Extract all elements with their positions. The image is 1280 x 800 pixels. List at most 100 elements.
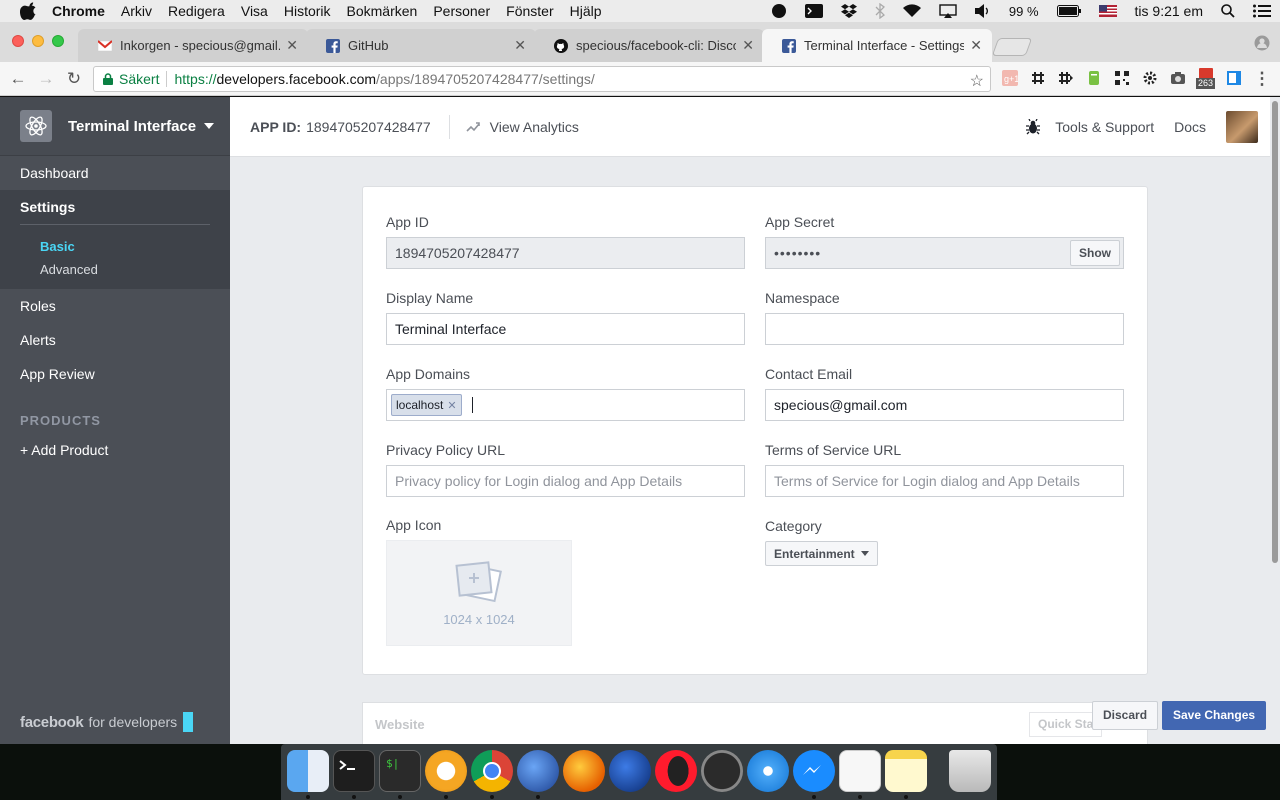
contact-email-input[interactable]: specious@gmail.com — [765, 389, 1124, 421]
menu-historik[interactable]: Historik — [284, 3, 331, 19]
display-name-input[interactable]: Terminal Interface — [386, 313, 745, 345]
menu-fonster[interactable]: Fönster — [506, 3, 553, 19]
spotlight-search-icon[interactable] — [1221, 4, 1235, 18]
privacy-policy-input[interactable]: Privacy policy for Login dialog and App … — [386, 465, 745, 497]
menu-personer[interactable]: Personer — [433, 3, 490, 19]
window-close-button[interactable] — [12, 35, 24, 47]
sidebar-item-roles[interactable]: Roles — [0, 289, 230, 323]
scrollbar-thumb[interactable] — [1272, 101, 1278, 563]
menu-redigera[interactable]: Redigera — [168, 3, 225, 19]
bluetooth-icon[interactable] — [875, 3, 885, 19]
secure-label[interactable]: Säkert — [119, 71, 159, 87]
calendar-extension-icon[interactable]: 263 — [1196, 67, 1216, 89]
sidebar-item-settings[interactable]: Settings — [0, 190, 230, 224]
app-icon-upload[interactable]: 1024 x 1024 — [386, 540, 572, 646]
close-tab-icon[interactable]: ✕ — [742, 37, 754, 54]
notes-icon[interactable] — [885, 750, 927, 792]
chrome-menu-icon[interactable]: ⋮ — [1253, 70, 1271, 88]
back-arrow-icon[interactable]: ← — [9, 70, 27, 88]
firefox-developer-icon[interactable] — [517, 750, 559, 792]
messenger-icon[interactable] — [793, 750, 835, 792]
category-dropdown[interactable]: Entertainment — [765, 541, 878, 566]
terms-of-service-input[interactable]: Terms of Service for Login dialog and Ap… — [765, 465, 1124, 497]
app-domains-field: App Domains localhost ✕ — [386, 366, 745, 421]
dropbox-icon[interactable] — [840, 4, 857, 18]
show-secret-button[interactable]: Show — [1070, 240, 1120, 266]
trash-icon[interactable] — [949, 750, 991, 792]
menu-app-chrome[interactable]: Chrome — [52, 3, 105, 19]
window-zoom-button[interactable] — [52, 35, 64, 47]
menu-hjalp[interactable]: Hjälp — [570, 3, 602, 19]
reminders-icon[interactable] — [839, 750, 881, 792]
domain-token[interactable]: localhost ✕ — [391, 394, 462, 416]
sidebar-item-app-review[interactable]: App Review — [0, 357, 230, 391]
app-switcher[interactable]: Terminal Interface — [0, 97, 230, 156]
apple-icon[interactable] — [20, 2, 38, 20]
menu-arkiv[interactable]: Arkiv — [121, 3, 152, 19]
view-analytics-link[interactable]: View Analytics — [490, 119, 579, 135]
page-scrollbar[interactable] — [1270, 97, 1280, 744]
terminal-status-icon[interactable] — [804, 4, 823, 18]
finder-icon[interactable] — [287, 750, 329, 792]
close-tab-icon[interactable]: ✕ — [970, 37, 982, 54]
menubar-clock[interactable]: tis 9:21 em — [1135, 3, 1203, 19]
firefox-icon[interactable] — [563, 750, 605, 792]
menu-bokmarken[interactable]: Bokmärken — [347, 3, 418, 19]
chrome-dock-icon[interactable] — [471, 750, 513, 792]
close-tab-icon[interactable]: ✕ — [286, 37, 298, 54]
remove-token-icon[interactable]: ✕ — [447, 399, 456, 412]
airplay-icon[interactable] — [939, 4, 957, 18]
docs-link[interactable]: Docs — [1174, 119, 1206, 135]
app-id-input[interactable]: 1894705207428477 — [386, 237, 745, 269]
notification-center-icon[interactable] — [1253, 4, 1271, 18]
us-flag-icon[interactable] — [1098, 5, 1117, 17]
tab-github[interactable]: GitHub ✕ — [306, 29, 536, 62]
tab-gmail[interactable]: Inkorgen - specious@gmail.co ✕ — [78, 29, 308, 62]
wifi-icon[interactable] — [902, 4, 921, 18]
gear-extension-icon[interactable] — [1142, 70, 1158, 86]
facebook-for-developers-logo[interactable]: facebook for developers — [20, 712, 194, 732]
sidebar-item-dashboard[interactable]: Dashboard — [0, 156, 230, 190]
discard-button[interactable]: Discard — [1092, 701, 1159, 730]
opera-icon[interactable] — [655, 750, 697, 792]
bug-icon[interactable] — [1025, 119, 1041, 135]
terminal-icon[interactable] — [333, 750, 375, 792]
volume-icon[interactable] — [974, 4, 991, 18]
sidebar-item-alerts[interactable]: Alerts — [0, 323, 230, 357]
google-plus-extension-icon[interactable]: g+1 — [1002, 70, 1018, 86]
battery-percent[interactable]: 99 % — [1009, 4, 1039, 19]
sidebar-subitem-basic[interactable]: Basic — [0, 235, 230, 258]
sidebar-subitem-advanced[interactable]: Advanced — [0, 258, 230, 281]
tab-facebook-cli[interactable]: specious/facebook-cli: Discov ✕ — [534, 29, 764, 62]
address-bar[interactable]: Säkert https://developers.facebook.com/a… — [93, 66, 991, 92]
menu-visa[interactable]: Visa — [241, 3, 268, 19]
window-minimize-button[interactable] — [32, 35, 44, 47]
app-domains-input[interactable]: localhost ✕ — [386, 389, 745, 421]
new-tab-button[interactable] — [991, 38, 1033, 56]
forward-arrow-icon[interactable]: → — [37, 70, 55, 88]
qr-code-extension-icon[interactable] — [1114, 70, 1130, 86]
reload-icon[interactable]: ↻ — [65, 70, 83, 88]
namespace-input[interactable] — [765, 313, 1124, 345]
bookmark-star-icon[interactable]: ☆ — [970, 71, 984, 91]
hashtag-extension-icon[interactable] — [1030, 70, 1046, 86]
evernote-extension-icon[interactable] — [1086, 70, 1102, 86]
safari-technology-preview-icon[interactable] — [701, 750, 743, 792]
messenger-status-icon[interactable] — [771, 3, 787, 19]
camera-extension-icon[interactable] — [1170, 70, 1186, 86]
battery-icon[interactable] — [1056, 5, 1081, 17]
blue-square-extension-icon[interactable] — [1226, 70, 1242, 86]
tools-support-link[interactable]: Tools & Support — [1055, 119, 1154, 135]
sidebar-add-product[interactable]: + Add Product — [0, 433, 230, 467]
save-changes-button[interactable]: Save Changes — [1162, 701, 1267, 730]
safari-icon[interactable] — [747, 750, 789, 792]
chromium-canary-icon[interactable] — [425, 750, 467, 792]
tab-settings-active[interactable]: Terminal Interface - Settings - ✕ — [762, 29, 992, 62]
profile-icon[interactable] — [1254, 35, 1270, 51]
iterm-icon[interactable]: $| — [379, 750, 421, 792]
firefox-nightly-icon[interactable] — [609, 750, 651, 792]
avatar[interactable] — [1226, 111, 1258, 143]
close-tab-icon[interactable]: ✕ — [514, 37, 526, 54]
lock-icon[interactable] — [103, 73, 113, 85]
hashtag-forward-extension-icon[interactable] — [1058, 70, 1074, 86]
